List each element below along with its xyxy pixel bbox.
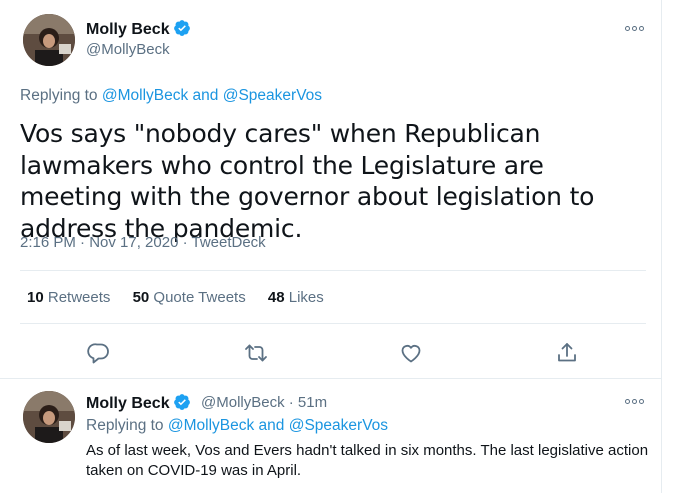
quote-tweets-label[interactable]: Quote Tweets: [153, 289, 245, 306]
replying-to: Replying to @MollyBeck and @SpeakerVos: [86, 417, 388, 435]
retweets-stat[interactable]: 10 Retweets: [27, 289, 110, 306]
avatar-photo: [23, 391, 75, 443]
like-icon[interactable]: [399, 341, 423, 365]
quote-tweets-stat[interactable]: 50 Quote Tweets: [133, 289, 246, 306]
reply-icon[interactable]: [87, 341, 111, 365]
reply-tweet-text: As of last week, Vos and Evers hadn't ta…: [86, 442, 649, 479]
replying-and[interactable]: and: [259, 417, 285, 434]
retweets-label[interactable]: Retweets: [48, 289, 111, 306]
tweet-stats: 10 Retweets 50 Quote Tweets 48 Likes: [27, 289, 342, 306]
author-name-text[interactable]: Molly Beck: [86, 395, 170, 412]
share-icon[interactable]: [555, 341, 579, 365]
replying-to: Replying to @MollyBeck and @SpeakerVos: [20, 87, 322, 105]
replying-user-link[interactable]: @SpeakerVos: [223, 87, 322, 104]
more-options-icon[interactable]: [625, 397, 647, 407]
replying-user-link[interactable]: @SpeakerVos: [289, 417, 388, 434]
avatar-photo: [23, 14, 75, 66]
author-name-text[interactable]: Molly Beck: [86, 21, 170, 38]
likes-count[interactable]: 48: [268, 289, 285, 306]
author-handle-time[interactable]: @MollyBeck · 51m: [201, 394, 327, 411]
retweet-icon[interactable]: [244, 341, 268, 365]
verified-badge-icon: [173, 394, 190, 410]
more-options-icon[interactable]: [625, 24, 647, 34]
replying-prefix: Replying to: [86, 417, 164, 434]
author-name[interactable]: Molly Beck: [86, 19, 191, 39]
replying-and[interactable]: and: [193, 87, 219, 104]
avatar[interactable]: [23, 14, 75, 66]
avatar[interactable]: [23, 391, 75, 443]
likes-stat[interactable]: 48 Likes: [268, 289, 324, 306]
author-name[interactable]: Molly Beck: [86, 393, 191, 413]
retweets-count[interactable]: 10: [27, 289, 44, 306]
replying-user-link[interactable]: @MollyBeck: [102, 87, 188, 104]
tweet-thread: Molly Beck @MollyBeck Replying to @Molly…: [0, 0, 662, 493]
tweet-text: Vos says "nobody cares" when Republican …: [20, 119, 595, 243]
replying-prefix: Replying to: [20, 87, 98, 104]
divider: [20, 270, 646, 271]
quote-tweets-count[interactable]: 50: [133, 289, 150, 306]
author-handle[interactable]: @MollyBeck: [86, 41, 170, 58]
divider: [0, 378, 662, 379]
verified-badge-icon: [173, 20, 190, 36]
divider: [20, 323, 646, 324]
tweet-timestamp[interactable]: 2:16 PM · Nov 17, 2020 · TweetDeck: [20, 234, 266, 251]
replying-user-link[interactable]: @MollyBeck: [168, 417, 254, 434]
likes-label[interactable]: Likes: [289, 289, 324, 306]
